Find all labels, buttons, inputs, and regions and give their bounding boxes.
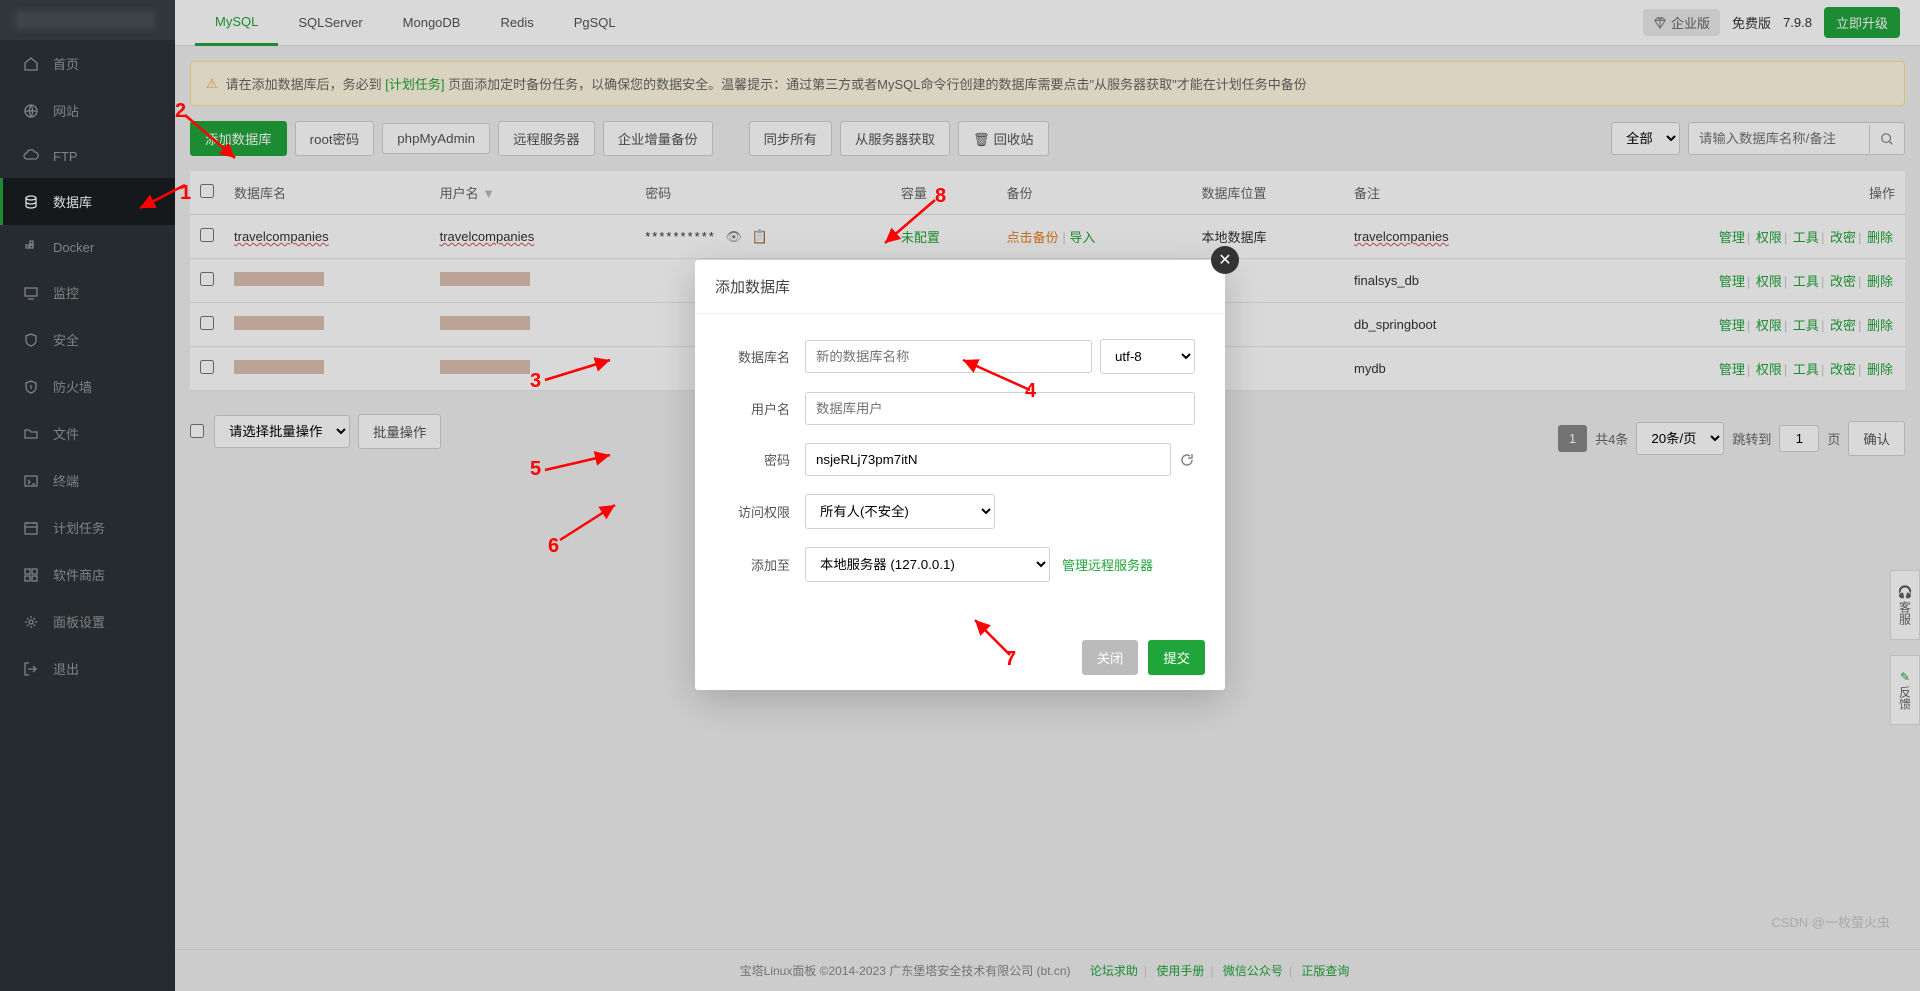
manage-remote-link[interactable]: 管理远程服务器: [1062, 555, 1153, 574]
modal-overlay[interactable]: ✕ 添加数据库 数据库名 utf-8 用户名 密码: [0, 0, 1920, 991]
modal-submit-btn[interactable]: 提交: [1148, 640, 1205, 675]
watermark: CSDN @一枚萤火虫: [1771, 912, 1890, 931]
refresh-password-icon[interactable]: [1179, 452, 1195, 468]
user-input[interactable]: [805, 392, 1195, 425]
modal-title: 添加数据库: [695, 260, 1225, 314]
charset-select[interactable]: utf-8: [1100, 339, 1195, 374]
password-input[interactable]: [805, 443, 1171, 476]
addto-label: 添加至: [725, 555, 805, 574]
modal-close-button[interactable]: ✕: [1211, 246, 1239, 274]
password-label: 密码: [725, 450, 805, 469]
dbname-input[interactable]: [805, 340, 1092, 373]
dbname-label: 数据库名: [725, 347, 805, 366]
user-label: 用户名: [725, 399, 805, 418]
modal-close-btn[interactable]: 关闭: [1082, 640, 1139, 675]
access-label: 访问权限: [725, 502, 805, 521]
addto-select[interactable]: 本地服务器 (127.0.0.1): [805, 547, 1050, 582]
access-select[interactable]: 所有人(不安全): [805, 494, 995, 529]
add-database-modal: ✕ 添加数据库 数据库名 utf-8 用户名 密码: [695, 260, 1225, 690]
